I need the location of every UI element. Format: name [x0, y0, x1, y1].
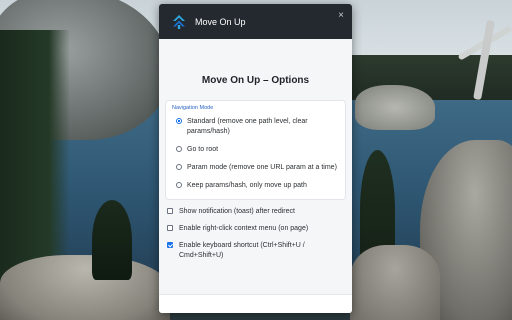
nav-option-root[interactable]: Go to root [176, 145, 339, 155]
checkbox-toast[interactable] [167, 208, 173, 214]
radio-root[interactable] [176, 146, 182, 152]
navigation-mode-legend: Navigation Mode [172, 105, 214, 111]
double-chevron-up-icon [173, 14, 185, 29]
radio-keep[interactable] [176, 182, 182, 188]
setting-label: Show notification (toast) after redirect [179, 208, 295, 215]
setting-toast[interactable]: Show notification (toast) after redirect [167, 207, 344, 217]
wallpaper-rock-bottom-left [0, 255, 170, 320]
setting-label: Enable right-click context menu (on page… [179, 225, 309, 232]
popup-titlebar: Move On Up × [159, 4, 352, 39]
radio-standard[interactable] [176, 118, 182, 124]
nav-option-standard[interactable]: Standard (remove one path level, clear p… [176, 117, 339, 137]
radio-param[interactable] [176, 164, 182, 170]
popup-footer [159, 294, 352, 313]
options-content: Move On Up – Options Navigation Mode Sta… [159, 39, 352, 294]
nav-option-param[interactable]: Param mode (remove one URL param at a ti… [176, 163, 339, 173]
close-icon[interactable]: × [338, 10, 344, 21]
setting-label: Enable keyboard shortcut (Ctrl+Shift+U /… [179, 242, 305, 259]
wallpaper-trees-left [0, 30, 70, 290]
nav-option-label: Keep params/hash, only move up path [187, 182, 307, 189]
nav-option-label: Standard (remove one path level, clear p… [187, 118, 308, 135]
nav-option-keep[interactable]: Keep params/hash, only move up path [176, 181, 339, 191]
options-heading: Move On Up – Options [201, 75, 310, 86]
wallpaper-rock-right [355, 85, 435, 130]
navigation-mode-group: Navigation Mode Standard (remove one pat… [165, 100, 346, 200]
popup-title: Move On Up [195, 16, 246, 27]
nav-option-label: Go to root [187, 146, 219, 153]
setting-shortcut[interactable]: Enable keyboard shortcut (Ctrl+Shift+U /… [167, 241, 344, 261]
checkbox-shortcut[interactable] [167, 242, 173, 248]
wallpaper-tree-middle [92, 200, 132, 280]
setting-context-menu[interactable]: Enable right-click context menu (on page… [167, 224, 344, 234]
checkbox-context-menu[interactable] [167, 225, 173, 231]
extension-popup: Move On Up × Move On Up – Options Naviga… [159, 4, 352, 313]
nav-option-label: Param mode (remove one URL param at a ti… [187, 164, 337, 171]
wallpaper-rock-bottom-right [350, 245, 440, 320]
settings-checkboxes: Show notification (toast) after redirect… [159, 200, 352, 261]
